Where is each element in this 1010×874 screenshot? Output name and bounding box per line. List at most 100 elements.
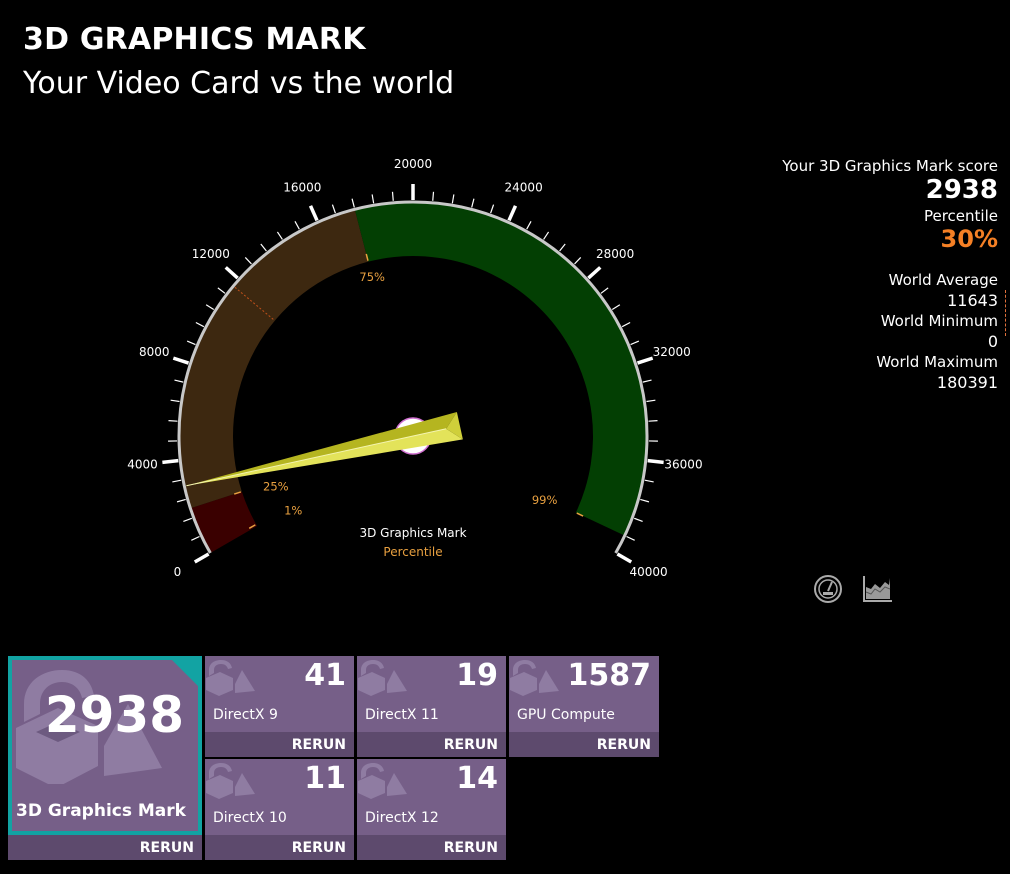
tile-score: 41 <box>304 658 346 693</box>
percentile-label: 1% <box>284 504 302 518</box>
tile-footer: RERUN <box>509 732 659 757</box>
tile-footer: RERUN <box>205 732 354 757</box>
tick-label: 0 <box>174 565 182 579</box>
minor-tick <box>471 198 475 208</box>
minor-tick <box>294 221 300 230</box>
minor-tick <box>351 198 355 208</box>
major-tick <box>587 266 602 280</box>
tick-label: 28000 <box>596 247 634 261</box>
minor-tick <box>526 221 532 230</box>
minor-tick <box>451 194 455 204</box>
rerun-button[interactable]: RERUN <box>597 737 651 753</box>
minor-tick <box>559 243 566 252</box>
passmark-logo-icon <box>358 660 407 696</box>
minor-tick <box>168 420 178 422</box>
minor-tick <box>172 479 182 483</box>
tile-name: 3D Graphics Mark <box>16 801 186 821</box>
percentile-label: 25% <box>263 480 289 494</box>
tile-name: DirectX 11 <box>365 707 439 723</box>
gauge-title: 3D Graphics Mark <box>359 526 466 540</box>
tile-directx-9[interactable]: 41 DirectX 9 RERUN <box>205 656 354 757</box>
gauge-icon[interactable] <box>812 574 844 604</box>
tile-3d-graphics-mark[interactable]: 2938 3D Graphics Mark RERUN <box>8 656 202 860</box>
score-label: Your 3D Graphics Mark score <box>782 157 998 175</box>
minor-tick <box>611 304 621 311</box>
tick-label: 40000 <box>629 565 667 579</box>
minor-tick <box>630 340 640 346</box>
score-value: 2938 <box>925 175 998 205</box>
rerun-button[interactable]: RERUN <box>292 737 346 753</box>
tile-directx-10[interactable]: 11 DirectX 10 RERUN <box>205 759 354 860</box>
major-tick <box>193 552 210 564</box>
tick-label: 8000 <box>139 345 170 359</box>
world-average-value: 11643 <box>947 291 998 310</box>
minor-tick <box>174 379 184 383</box>
tile-name: GPU Compute <box>517 707 615 723</box>
world-minimum-value: 0 <box>987 332 998 351</box>
minor-tick <box>371 194 375 204</box>
passmark-logo-icon <box>206 660 255 696</box>
tile-selected-border: 2938 3D Graphics Mark <box>8 656 202 835</box>
chart-icon[interactable] <box>862 574 894 604</box>
minor-tick <box>640 498 650 503</box>
minor-tick <box>217 287 226 294</box>
percentile-label: 99% <box>532 493 558 507</box>
selected-corner <box>172 660 198 686</box>
tile-name: DirectX 9 <box>213 707 278 723</box>
tile-name: DirectX 10 <box>213 810 287 826</box>
world-maximum-value: 180391 <box>936 373 998 392</box>
percentile-value: 30% <box>940 225 998 253</box>
rerun-button[interactable]: RERUN <box>444 840 498 856</box>
minor-tick <box>490 204 495 214</box>
view-toolbar <box>812 574 894 604</box>
minor-tick <box>432 191 435 201</box>
minor-tick <box>331 204 336 214</box>
tick-label: 32000 <box>653 345 691 359</box>
minor-tick <box>260 243 267 252</box>
score-summary: Your 3D Graphics Mark score 2938 Percent… <box>758 155 998 392</box>
minor-tick <box>205 304 215 311</box>
minor-tick <box>191 535 200 541</box>
minor-tick <box>600 287 609 294</box>
minor-tick <box>621 321 631 328</box>
passmark-logo-icon <box>206 763 255 799</box>
minor-tick <box>186 340 196 346</box>
minor-tick <box>244 256 252 265</box>
minor-tick <box>276 231 283 240</box>
percentile-label: 75% <box>359 270 385 284</box>
tile-directx-12[interactable]: 14 DirectX 12 RERUN <box>357 759 506 860</box>
minor-tick <box>543 231 550 240</box>
major-tick <box>507 205 518 222</box>
major-tick <box>224 266 239 280</box>
tile-footer: RERUN <box>357 835 506 860</box>
tile-gpu-compute[interactable]: 1587 GPU Compute RERUN <box>509 656 659 757</box>
major-tick <box>172 356 190 365</box>
tick-label: 4000 <box>127 457 158 471</box>
rerun-button[interactable]: RERUN <box>444 737 498 753</box>
tile-directx-11[interactable]: 19 DirectX 11 RERUN <box>357 656 506 757</box>
tile-score: 19 <box>456 658 498 693</box>
major-tick <box>162 458 179 465</box>
tick-label: 36000 <box>664 457 702 471</box>
minor-tick <box>644 479 654 483</box>
minor-tick <box>183 517 193 522</box>
minor-tick <box>626 535 635 541</box>
tick-label: 12000 <box>192 247 230 261</box>
tile-score: 11 <box>304 761 346 796</box>
tile-score: 1587 <box>567 658 652 693</box>
minor-tick <box>391 191 394 201</box>
rerun-button[interactable]: RERUN <box>292 840 346 856</box>
minor-tick <box>195 321 205 328</box>
world-maximum-label: World Maximum <box>876 353 998 371</box>
minor-tick <box>648 420 658 422</box>
minor-tick <box>642 379 652 383</box>
gauge-subtitle: Percentile <box>383 545 442 559</box>
tile-footer: RERUN <box>357 732 506 757</box>
rerun-button[interactable]: RERUN <box>140 840 194 856</box>
tick-label: 20000 <box>394 157 432 171</box>
percentile-label: Percentile <box>923 207 998 225</box>
major-tick <box>308 205 319 222</box>
major-tick <box>647 458 664 465</box>
gauge-chart: 0 4000 8000 12000 16000 20000 24000 28000 32000 3… <box>127 157 702 579</box>
tile-name: DirectX 12 <box>365 810 439 826</box>
